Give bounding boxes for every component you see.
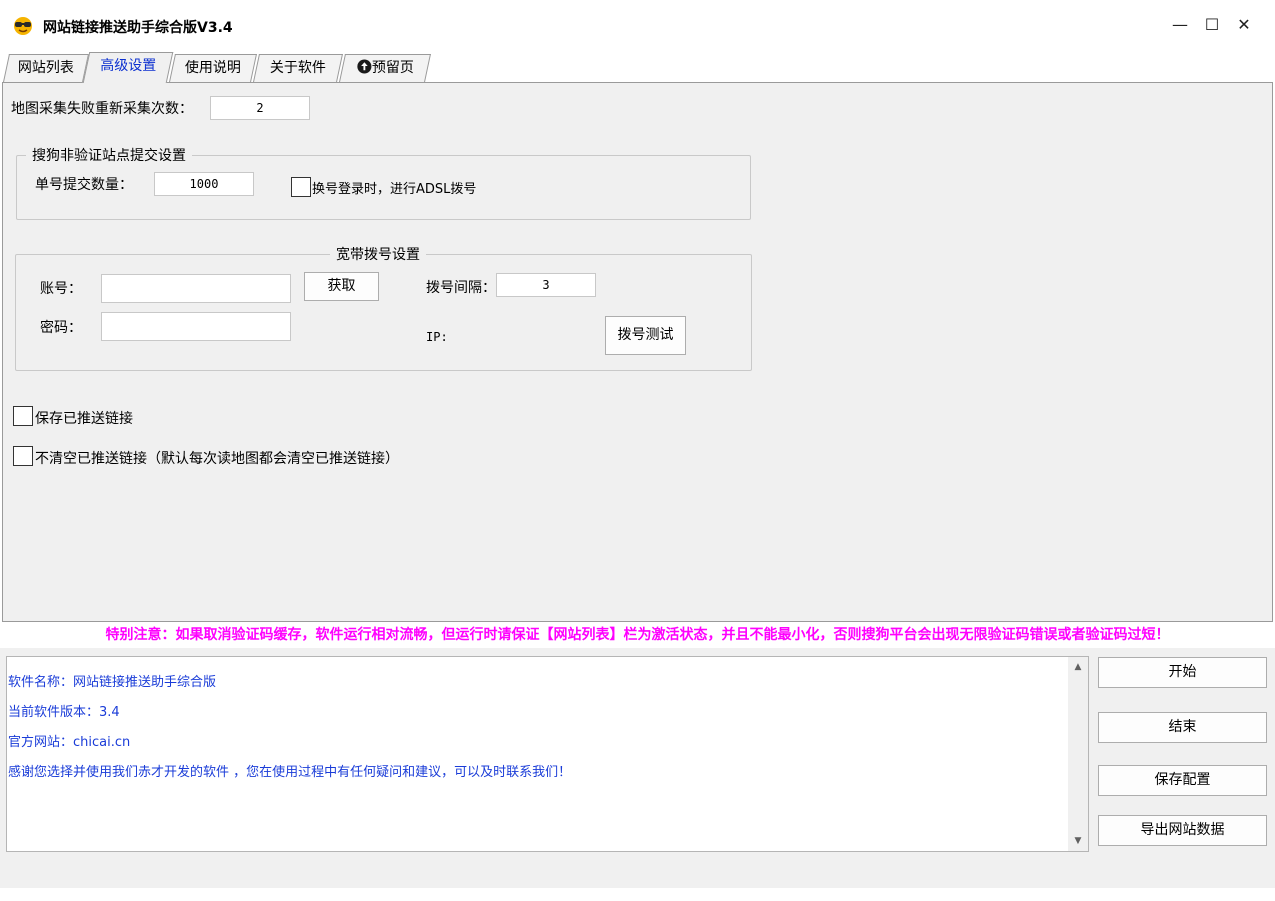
ip-label: IP: xyxy=(426,330,448,344)
account-input[interactable] xyxy=(101,274,291,303)
tab-label: 预留页 xyxy=(371,60,414,76)
minimize-button[interactable]: — xyxy=(1165,12,1195,38)
broadband-group-title: 宽带拨号设置 xyxy=(330,244,426,264)
maximize-button[interactable]: ☐ xyxy=(1197,12,1227,38)
account-label: 账号： xyxy=(40,281,82,297)
tab-label: 网站列表 xyxy=(17,60,74,76)
password-input[interactable] xyxy=(101,312,291,341)
dial-test-button[interactable]: 拨号测试 xyxy=(605,316,686,355)
close-button[interactable]: ✕ xyxy=(1229,12,1259,38)
dial-interval-label: 拨号间隔： xyxy=(426,280,496,296)
title-bar: 网站链接推送助手综合版V3.4 — ☐ ✕ xyxy=(0,0,1275,52)
stop-button[interactable]: 结束 xyxy=(1098,712,1267,743)
export-data-button[interactable]: 导出网站数据 xyxy=(1098,815,1267,846)
log-line: 感谢您选择并使用我们赤才开发的软件 ，您在使用过程中有任何疑问和建议，可以及时联… xyxy=(8,765,572,780)
sunglasses-face-icon xyxy=(14,17,32,35)
adsl-switch-checkbox[interactable] xyxy=(291,177,311,197)
log-scrollbar[interactable] xyxy=(1068,657,1088,851)
log-lines: 软件名称：网站链接推送助手综合版 当前软件版本：3.4 官方网站：chicai.… xyxy=(8,668,571,788)
sitemap-retry-label: 地图采集失败重新采集次数： xyxy=(11,101,193,117)
scroll-up-icon[interactable]: ▲ xyxy=(1068,657,1088,677)
save-pushed-label: 保存已推送链接 xyxy=(35,411,133,427)
per-account-input[interactable]: 1000 xyxy=(154,172,254,196)
arrow-up-circle-icon xyxy=(356,59,371,74)
tab-reserved[interactable]: 预留页 xyxy=(339,54,431,82)
start-button[interactable]: 开始 xyxy=(1098,657,1267,688)
no-clear-label: 不清空已推送链接（默认每次读地图都会清空已推送链接） xyxy=(35,451,399,467)
sogou-group-title: 搜狗非验证站点提交设置 xyxy=(26,145,192,165)
tab-label: 高级设置 xyxy=(100,58,157,74)
sitemap-retry-input[interactable]: 2 xyxy=(210,96,310,120)
tab-usage[interactable]: 使用说明 xyxy=(169,54,257,82)
password-label: 密码： xyxy=(40,320,82,336)
tab-site-list[interactable]: 网站列表 xyxy=(3,54,89,82)
fetch-button[interactable]: 获取 xyxy=(304,272,379,301)
special-notice: 特别注意：如果取消验证码缓存，软件运行相对流畅，但运行时请保证【网站列表】栏为激… xyxy=(105,627,1170,643)
status-strip xyxy=(0,888,1275,901)
adsl-switch-label: 换号登录时，进行ADSL拨号 xyxy=(312,182,477,197)
log-line: 软件名称：网站链接推送助手综合版 xyxy=(8,675,217,690)
tab-label: 使用说明 xyxy=(184,60,241,76)
no-clear-checkbox[interactable] xyxy=(13,446,33,466)
tab-about[interactable]: 关于软件 xyxy=(253,54,343,82)
log-line: 官方网站：chicai.cn xyxy=(8,735,131,750)
scroll-down-icon[interactable]: ▼ xyxy=(1068,831,1088,851)
dial-interval-input[interactable]: 3 xyxy=(496,273,596,297)
tab-label: 关于软件 xyxy=(269,60,326,76)
tab-advanced-settings[interactable]: 高级设置 xyxy=(82,52,174,83)
per-account-label: 单号提交数量： xyxy=(35,177,133,193)
save-config-button[interactable]: 保存配置 xyxy=(1098,765,1267,796)
window-title: 网站链接推送助手综合版V3.4 xyxy=(43,20,233,36)
save-pushed-checkbox[interactable] xyxy=(13,406,33,426)
log-line: 当前软件版本：3.4 xyxy=(8,705,120,720)
